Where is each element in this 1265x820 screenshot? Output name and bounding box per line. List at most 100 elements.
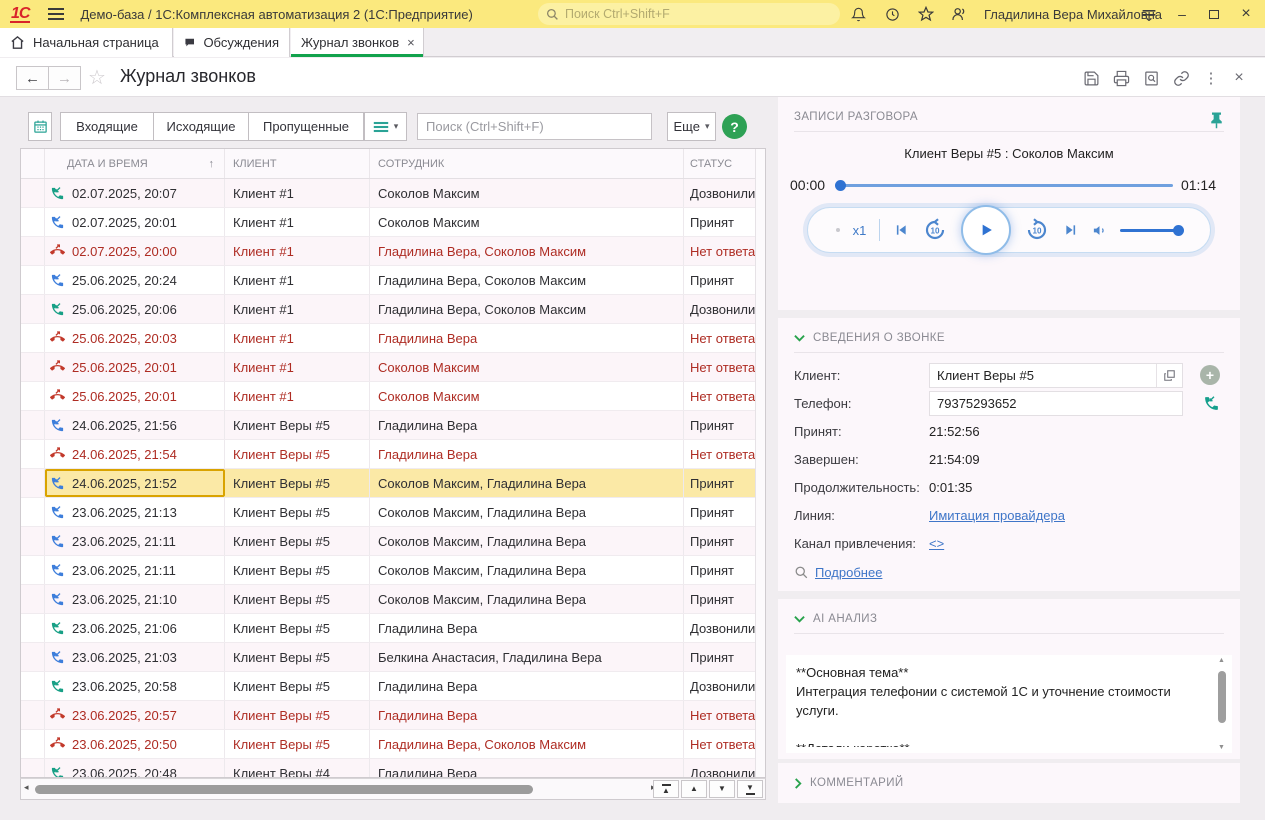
- scroll-left-icon[interactable]: ◂: [24, 782, 29, 793]
- column-header-status[interactable]: СТАТУС: [684, 149, 757, 178]
- help-button[interactable]: ?: [722, 114, 747, 139]
- more-button[interactable]: Еще ▾: [667, 112, 716, 141]
- save-icon[interactable]: [1082, 69, 1100, 87]
- filter-incoming-button[interactable]: Входящие: [60, 112, 153, 141]
- form-close-icon[interactable]: ×: [1230, 69, 1248, 87]
- table-row[interactable]: 23.06.2025, 21:10 Клиент Веры #5 Соколов…: [21, 585, 765, 614]
- notifications-bell-icon[interactable]: [849, 5, 867, 23]
- volume-handle[interactable]: [1173, 225, 1184, 236]
- current-user-name[interactable]: Гладилина Вера Михайловна: [984, 7, 1162, 22]
- preview-search-icon[interactable]: [1142, 69, 1160, 87]
- main-menu-icon[interactable]: [48, 8, 64, 20]
- table-row[interactable]: 24.06.2025, 21:52 Клиент Веры #5 Соколов…: [21, 469, 765, 498]
- window-close-icon[interactable]: ×: [1237, 5, 1255, 23]
- table-row[interactable]: 25.06.2025, 20:03 Клиент #1 Гладилина Ве…: [21, 324, 765, 353]
- vertical-scrollbar[interactable]: [755, 149, 765, 778]
- go-last-row-button[interactable]: ▼: [737, 780, 763, 798]
- row-up-button[interactable]: ▲: [681, 780, 707, 798]
- table-row[interactable]: 23.06.2025, 20:57 Клиент Веры #5 Гладили…: [21, 701, 765, 730]
- ai-analysis-text: **Основная тема** Интеграция телефонии с…: [796, 663, 1206, 747]
- table-row[interactable]: 23.06.2025, 20:50 Клиент Веры #5 Гладили…: [21, 730, 765, 759]
- add-favorite-star-icon[interactable]: ☆: [88, 65, 106, 90]
- add-client-button[interactable]: +: [1200, 365, 1220, 385]
- rewind-10-icon[interactable]: 10: [922, 217, 948, 243]
- table-row[interactable]: 23.06.2025, 21:11 Клиент Веры #5 Соколов…: [21, 527, 765, 556]
- play-button[interactable]: [961, 205, 1011, 255]
- scroll-up-icon[interactable]: ▲: [1218, 657, 1225, 664]
- call-type-icon: [49, 707, 65, 723]
- progress-slider[interactable]: [837, 184, 1173, 187]
- list-search-input[interactable]: [417, 113, 652, 140]
- filter-missed-button[interactable]: Пропущенные: [248, 112, 364, 141]
- users-icon[interactable]: [950, 5, 968, 23]
- service-menu-icon[interactable]: [1140, 5, 1158, 23]
- time-current: 00:00: [790, 177, 825, 193]
- table-row[interactable]: 25.06.2025, 20:01 Клиент #1 Соколов Макс…: [21, 382, 765, 411]
- tab-discussions[interactable]: Обсуждения: [174, 28, 290, 57]
- pin-icon[interactable]: [1209, 111, 1224, 132]
- progress-handle[interactable]: [835, 180, 846, 191]
- period-calendar-button[interactable]: [28, 112, 52, 141]
- ai-analysis-header[interactable]: AI АНАЛИЗ: [778, 599, 1240, 633]
- table-row[interactable]: 23.06.2025, 21:06 Клиент Веры #5 Гладили…: [21, 614, 765, 643]
- application-window: 1С Демо-база / 1С:Комплексная автоматиза…: [0, 0, 1265, 820]
- get-link-icon[interactable]: [1172, 69, 1190, 87]
- volume-icon[interactable]: [1092, 223, 1107, 238]
- table-row[interactable]: 25.06.2025, 20:01 Клиент #1 Соколов Макс…: [21, 353, 765, 382]
- playback-speed-button[interactable]: x1: [853, 223, 867, 238]
- table-row[interactable]: 23.06.2025, 20:58 Клиент Веры #5 Гладили…: [21, 672, 765, 701]
- table-row[interactable]: 02.07.2025, 20:07 Клиент #1 Соколов Макс…: [21, 179, 765, 208]
- table-row[interactable]: 23.06.2025, 20:48 Клиент Веры #4 Гладили…: [21, 759, 765, 778]
- ai-scrollbar-thumb[interactable]: [1218, 671, 1226, 723]
- print-icon[interactable]: [1112, 69, 1130, 87]
- history-icon[interactable]: [883, 5, 901, 23]
- table-row[interactable]: 23.06.2025, 21:03 Клиент Веры #5 Белкина…: [21, 643, 765, 672]
- line-link[interactable]: Имитация провайдера: [929, 508, 1065, 523]
- skip-previous-icon[interactable]: [893, 222, 909, 238]
- volume-slider[interactable]: [1120, 229, 1182, 232]
- table-row[interactable]: 25.06.2025, 20:24 Клиент #1 Гладилина Ве…: [21, 266, 765, 295]
- call-details-header[interactable]: СВЕДЕНИЯ О ЗВОНКЕ: [778, 318, 1240, 352]
- client-input[interactable]: Клиент Веры #5: [929, 363, 1183, 388]
- horizontal-scrollbar-thumb[interactable]: [35, 785, 533, 794]
- more-actions-icon[interactable]: ⋮: [1202, 69, 1220, 87]
- tab-call-journal[interactable]: Журнал звонков ×: [291, 28, 424, 57]
- go-first-row-button[interactable]: ▲: [653, 780, 679, 798]
- channel-link[interactable]: <>: [929, 536, 944, 551]
- tab-home[interactable]: Начальная страница: [0, 28, 173, 57]
- phone-input[interactable]: 79375293652: [929, 391, 1183, 416]
- table-row[interactable]: 25.06.2025, 20:06 Клиент #1 Гладилина Ве…: [21, 295, 765, 324]
- open-client-icon[interactable]: [1156, 364, 1182, 387]
- comment-header[interactable]: КОММЕНТАРИЙ: [778, 763, 1240, 797]
- column-header-client[interactable]: КЛИЕНТ: [225, 149, 370, 178]
- table-row[interactable]: 24.06.2025, 21:54 Клиент Веры #5 Гладили…: [21, 440, 765, 469]
- forward-button[interactable]: →: [48, 66, 81, 90]
- scroll-down-icon[interactable]: ▼: [1218, 744, 1225, 751]
- column-header-datetime[interactable]: ДАТА И ВРЕМЯ ↑: [45, 149, 225, 178]
- call-type-icon: [49, 504, 65, 520]
- magnifier-icon: [794, 565, 809, 580]
- row-down-button[interactable]: ▼: [709, 780, 735, 798]
- global-search-input[interactable]: [565, 7, 832, 21]
- call-phone-icon[interactable]: [1203, 395, 1220, 412]
- dropdown-arrow-icon: ▾: [394, 121, 399, 132]
- maximize-icon[interactable]: [1205, 5, 1223, 23]
- chevron-right-icon: [794, 778, 802, 789]
- favorites-star-icon[interactable]: [917, 5, 935, 23]
- back-button[interactable]: ←: [16, 66, 49, 90]
- tab-close-icon[interactable]: ×: [407, 35, 415, 50]
- table-row[interactable]: 23.06.2025, 21:13 Клиент Веры #5 Соколов…: [21, 498, 765, 527]
- table-row[interactable]: 02.07.2025, 20:00 Клиент #1 Гладилина Ве…: [21, 237, 765, 266]
- table-row[interactable]: 23.06.2025, 21:11 Клиент Веры #5 Соколов…: [21, 556, 765, 585]
- ai-scrollbar[interactable]: ▲ ▼: [1216, 657, 1228, 751]
- minimize-icon[interactable]: –: [1173, 5, 1191, 23]
- details-link[interactable]: Подробнее: [815, 565, 882, 580]
- list-settings-button[interactable]: ▾: [364, 112, 407, 141]
- skip-next-icon[interactable]: [1063, 222, 1079, 238]
- table-row[interactable]: 02.07.2025, 20:01 Клиент #1 Соколов Макс…: [21, 208, 765, 237]
- forward-10-icon[interactable]: 10: [1024, 217, 1050, 243]
- global-search[interactable]: [538, 3, 840, 25]
- filter-outgoing-button[interactable]: Исходящие: [153, 112, 248, 141]
- column-header-employee[interactable]: СОТРУДНИК: [370, 149, 684, 178]
- table-row[interactable]: 24.06.2025, 21:56 Клиент Веры #5 Гладили…: [21, 411, 765, 440]
